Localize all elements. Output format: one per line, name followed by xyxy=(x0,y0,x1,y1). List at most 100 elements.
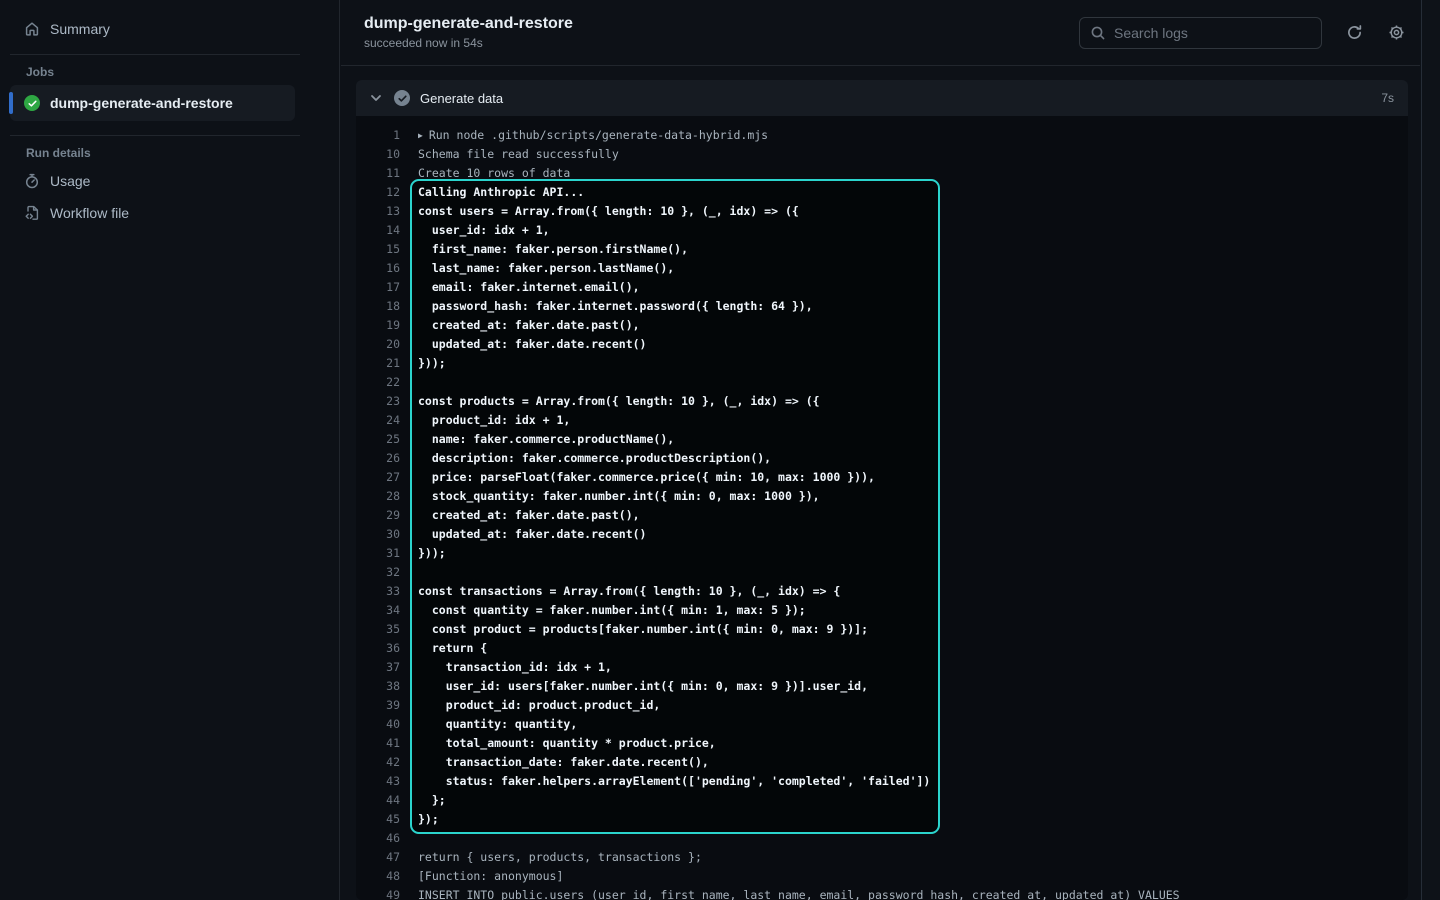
log-body: 1▶Run node .github/scripts/generate-data… xyxy=(356,116,1408,900)
log-text: quantity: quantity, xyxy=(410,715,577,734)
sidebar-item-label: Usage xyxy=(50,173,90,189)
log-text: Create 10 rows of data xyxy=(410,164,570,183)
sidebar-divider xyxy=(10,135,300,136)
log-text xyxy=(410,829,418,848)
line-number[interactable]: 27 xyxy=(356,468,410,487)
line-number[interactable]: 16 xyxy=(356,259,410,278)
line-number[interactable]: 1 xyxy=(356,126,410,145)
line-number[interactable]: 12 xyxy=(356,183,410,202)
line-number[interactable]: 13 xyxy=(356,202,410,221)
log-text: product_id: product.product_id, xyxy=(410,696,660,715)
log-text: created_at: faker.date.past(), xyxy=(410,316,640,335)
sidebar-item-summary[interactable]: Summary xyxy=(10,14,329,44)
line-number[interactable]: 33 xyxy=(356,582,410,601)
log-line: 29 created_at: faker.date.past(), xyxy=(356,506,1408,525)
line-number[interactable]: 38 xyxy=(356,677,410,696)
line-number[interactable]: 43 xyxy=(356,772,410,791)
line-number[interactable]: 24 xyxy=(356,411,410,430)
line-number[interactable]: 11 xyxy=(356,164,410,183)
line-number[interactable]: 10 xyxy=(356,145,410,164)
sidebar: Summary Jobs dump-generate-and-restore R… xyxy=(0,0,340,900)
line-number[interactable]: 19 xyxy=(356,316,410,335)
line-number[interactable]: 34 xyxy=(356,601,410,620)
log-line: 41 total_amount: quantity * product.pric… xyxy=(356,734,1408,753)
stopwatch-icon xyxy=(24,173,40,189)
line-number[interactable]: 30 xyxy=(356,525,410,544)
log-line: 10Schema file read successfully xyxy=(356,145,1408,164)
log-text: const transactions = Array.from({ length… xyxy=(410,582,840,601)
log-text: name: faker.commerce.productName(), xyxy=(410,430,674,449)
log-line: 23const products = Array.from({ length: … xyxy=(356,392,1408,411)
line-number[interactable]: 36 xyxy=(356,639,410,658)
log-text xyxy=(410,563,418,582)
sidebar-item-label: Summary xyxy=(50,21,110,37)
line-number[interactable]: 46 xyxy=(356,829,410,848)
log-text: }); xyxy=(410,810,439,829)
log-text: }; xyxy=(410,791,446,810)
log-line: 13const users = Array.from({ length: 10 … xyxy=(356,202,1408,221)
file-code-icon xyxy=(24,205,40,221)
line-number[interactable]: 47 xyxy=(356,848,410,867)
log-line: 32 xyxy=(356,563,1408,582)
line-number[interactable]: 39 xyxy=(356,696,410,715)
expand-arrow-icon[interactable]: ▶ xyxy=(418,131,423,140)
line-number[interactable]: 15 xyxy=(356,240,410,259)
log-line: 14 user_id: idx + 1, xyxy=(356,221,1408,240)
log-text: updated_at: faker.date.recent() xyxy=(410,525,646,544)
line-number[interactable]: 18 xyxy=(356,297,410,316)
line-number[interactable]: 20 xyxy=(356,335,410,354)
line-number[interactable]: 41 xyxy=(356,734,410,753)
run-status-text: succeeded now in 54s xyxy=(364,36,573,50)
sidebar-job-dump-generate-and-restore[interactable]: dump-generate-and-restore xyxy=(10,85,295,121)
sidebar-item-workflow-file[interactable]: Workflow file xyxy=(10,198,329,228)
line-number[interactable]: 44 xyxy=(356,791,410,810)
search-input[interactable] xyxy=(1114,25,1311,41)
line-number[interactable]: 42 xyxy=(356,753,410,772)
log-line: 44 }; xyxy=(356,791,1408,810)
line-number[interactable]: 22 xyxy=(356,373,410,392)
scrollbar-rail[interactable] xyxy=(1421,0,1440,900)
line-number[interactable]: 14 xyxy=(356,221,410,240)
log-text: return { xyxy=(410,639,487,658)
line-number[interactable]: 35 xyxy=(356,620,410,639)
line-number[interactable]: 17 xyxy=(356,278,410,297)
log-text: password_hash: faker.internet.password({… xyxy=(410,297,813,316)
line-number[interactable]: 40 xyxy=(356,715,410,734)
log-area: Generate data 7s 1▶Run node .github/scri… xyxy=(341,66,1420,900)
sidebar-item-usage[interactable]: Usage xyxy=(10,166,329,196)
line-number[interactable]: 29 xyxy=(356,506,410,525)
log-line: 30 updated_at: faker.date.recent() xyxy=(356,525,1408,544)
line-number[interactable]: 28 xyxy=(356,487,410,506)
log-text: const product = products[faker.number.in… xyxy=(410,620,868,639)
settings-button[interactable] xyxy=(1388,24,1406,42)
line-number[interactable]: 31 xyxy=(356,544,410,563)
log-text: user_id: users[faker.number.int({ min: 0… xyxy=(410,677,868,696)
line-number[interactable]: 32 xyxy=(356,563,410,582)
log-line: 22 xyxy=(356,373,1408,392)
line-number[interactable]: 23 xyxy=(356,392,410,411)
line-number[interactable]: 45 xyxy=(356,810,410,829)
line-number[interactable]: 26 xyxy=(356,449,410,468)
log-line: 40 quantity: quantity, xyxy=(356,715,1408,734)
line-number[interactable]: 25 xyxy=(356,430,410,449)
sidebar-divider xyxy=(10,54,300,55)
line-number[interactable]: 49 xyxy=(356,886,410,900)
log-text: const quantity = faker.number.int({ min:… xyxy=(410,601,806,620)
log-line: 24 product_id: idx + 1, xyxy=(356,411,1408,430)
log-text: })); xyxy=(410,354,446,373)
step-title: Generate data xyxy=(420,91,1371,106)
line-number[interactable]: 37 xyxy=(356,658,410,677)
refresh-button[interactable] xyxy=(1346,24,1364,42)
log-text: description: faker.commerce.productDescr… xyxy=(410,449,771,468)
chevron-down-icon[interactable] xyxy=(368,90,384,106)
main-panel: dump-generate-and-restore succeeded now … xyxy=(341,0,1420,900)
log-text: transaction_id: idx + 1, xyxy=(410,658,612,677)
line-number[interactable]: 48 xyxy=(356,867,410,886)
log-line: 17 email: faker.internet.email(), xyxy=(356,278,1408,297)
step-header-generate-data[interactable]: Generate data 7s xyxy=(356,80,1408,116)
jobs-section-header: Jobs xyxy=(10,65,329,79)
log-text: total_amount: quantity * product.price, xyxy=(410,734,716,753)
line-number[interactable]: 21 xyxy=(356,354,410,373)
log-text: first_name: faker.person.firstName(), xyxy=(410,240,688,259)
search-box[interactable] xyxy=(1079,17,1322,49)
